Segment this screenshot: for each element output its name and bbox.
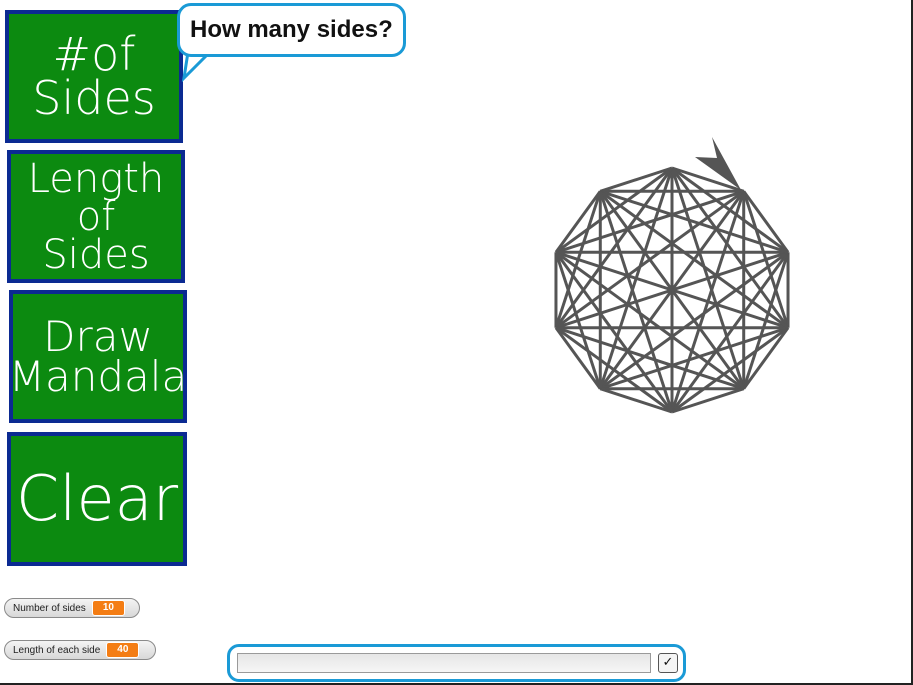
number-of-sides-button[interactable]: #of Sides [5, 10, 183, 143]
mandala-line [599, 166, 673, 193]
watcher-value: 10 [91, 600, 125, 616]
mandala-line [554, 190, 602, 254]
clear-button[interactable]: Clear [7, 432, 187, 566]
watcher-label: Number of sides [13, 602, 86, 614]
number-of-sides-watcher[interactable]: Number of sides 10 [4, 598, 140, 618]
mandala-line [599, 387, 673, 414]
stage[interactable]: #of Sides Length of Sides Draw Mandala C… [0, 0, 913, 685]
mandala-line [742, 326, 790, 390]
speech-bubble: How many sides? [177, 3, 406, 57]
mandala-line [554, 326, 602, 390]
mandala-line [742, 190, 790, 254]
submit-answer-button[interactable]: ✓ [658, 653, 678, 673]
mandala-drawing [554, 166, 790, 414]
draw-mandala-button[interactable]: Draw Mandala [9, 290, 187, 423]
number-of-sides-button-label: #of Sides [32, 26, 156, 125]
length-of-side-watcher[interactable]: Length of each side 40 [4, 640, 156, 660]
mandala-line [671, 387, 745, 414]
length-of-sides-button[interactable]: Length of Sides [7, 150, 185, 283]
mandala-line [598, 190, 674, 413]
watcher-value: 40 [106, 642, 140, 658]
draw-mandala-button-label: Draw Mandala [8, 311, 188, 401]
watcher-label: Length of each side [13, 644, 101, 656]
clear-button-label: Clear [15, 461, 179, 535]
length-of-sides-button-label: Length of Sides [27, 155, 165, 278]
speech-bubble-text: How many sides? [190, 16, 393, 43]
answer-input[interactable] [237, 653, 651, 673]
ask-prompt-box: ✓ [227, 644, 686, 682]
